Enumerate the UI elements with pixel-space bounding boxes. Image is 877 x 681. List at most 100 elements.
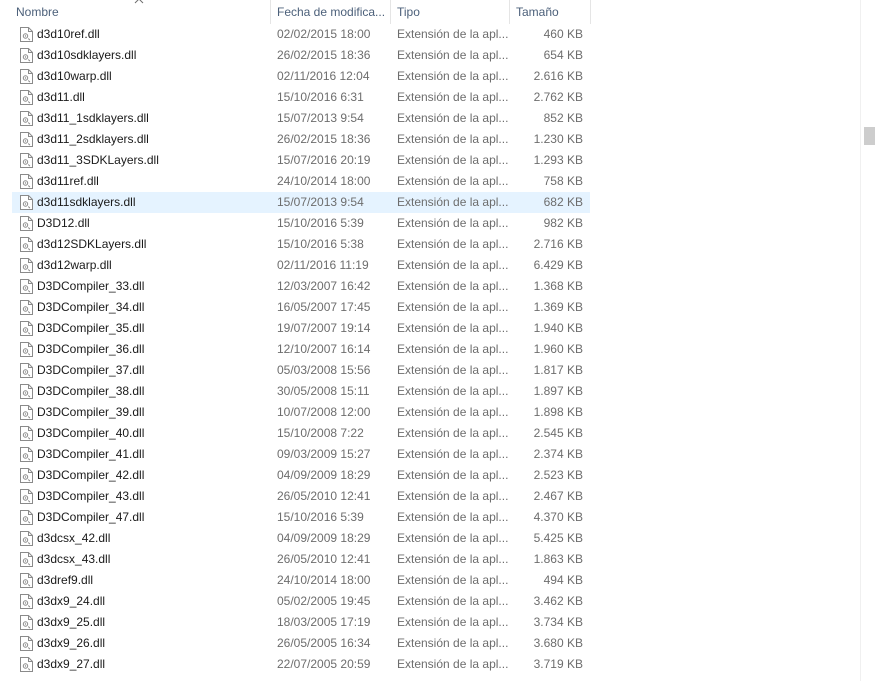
file-row[interactable]: d3d11sdklayers.dll 15/07/2013 9:54 Extensi…	[12, 192, 590, 213]
file-row[interactable]: d3d11_1sdklayers.dll 15/07/2013 9:54 Exten…	[12, 108, 590, 129]
dll-file-icon	[20, 258, 33, 273]
file-row[interactable]: d3dx9_27.dll 22/07/2005 20:59 Extensión de…	[12, 654, 590, 675]
file-type: Extensión de la apl...	[397, 111, 509, 125]
file-row[interactable]: D3D12.dll 15/10/2016 5:39 Extensión de la …	[12, 213, 590, 234]
file-row[interactable]: D3DCompiler_35.dll 19/07/2007 19:14 Extens…	[12, 318, 590, 339]
file-row[interactable]: d3d10sdklayers.dll 26/02/2015 18:36 Extens…	[12, 45, 590, 66]
dll-file-icon	[20, 573, 33, 588]
file-date: 02/11/2016 12:04	[277, 69, 370, 83]
file-name: D3DCompiler_33.dll	[37, 279, 145, 293]
file-type: Extensión de la apl...	[397, 90, 509, 104]
file-row[interactable]: d3d11_3SDKLayers.dll 15/07/2016 20:19 Exte…	[12, 150, 590, 171]
dll-file-icon	[20, 426, 33, 441]
dll-file-icon	[20, 279, 33, 294]
dll-file-icon	[20, 90, 33, 105]
file-size: 3.719 KB	[533, 657, 583, 671]
file-row[interactable]: D3DCompiler_42.dll 04/09/2009 18:29 Extens…	[12, 465, 590, 486]
file-type: Extensión de la apl...	[397, 216, 509, 230]
file-size: 1.898 KB	[533, 405, 583, 419]
file-type: Extensión de la apl...	[397, 174, 509, 188]
file-size: 1.230 KB	[533, 132, 583, 146]
file-date: 18/03/2005 17:19	[277, 615, 371, 629]
file-name: d3dx9_26.dll	[37, 636, 106, 650]
dll-file-icon	[20, 510, 33, 525]
file-name: D3DCompiler_38.dll	[37, 384, 145, 398]
file-type: Extensión de la apl...	[397, 426, 509, 440]
file-date: 15/10/2016 5:39	[277, 510, 364, 524]
dll-file-icon	[20, 300, 33, 315]
file-row[interactable]: D3DCompiler_36.dll 12/10/2007 16:14 Extens…	[12, 339, 590, 360]
file-type: Extensión de la apl...	[397, 48, 509, 62]
file-row[interactable]: d3dx9_25.dll 18/03/2005 17:19 Extensión de…	[12, 612, 590, 633]
file-type: Extensión de la apl...	[397, 573, 509, 587]
file-date: 12/03/2007 16:42	[277, 279, 371, 293]
file-date: 15/07/2013 9:54	[277, 195, 364, 209]
file-name: D3DCompiler_35.dll	[37, 321, 145, 335]
column-header-size[interactable]: Tamaño	[510, 0, 591, 24]
file-row[interactable]: D3DCompiler_33.dll 12/03/2007 16:42 Extens…	[12, 276, 590, 297]
file-date: 26/05/2005 16:34	[277, 636, 371, 650]
file-row[interactable]: d3d12warp.dll 02/11/2016 11:19 Extensión d…	[12, 255, 590, 276]
dll-file-icon	[20, 69, 33, 84]
file-size: 494 KB	[543, 573, 583, 587]
dll-file-icon	[20, 447, 33, 462]
file-row[interactable]: d3dx9_24.dll 05/02/2005 19:45 Extensión de…	[12, 591, 590, 612]
file-row[interactable]: d3dcsx_43.dll 26/05/2010 12:41 Extensión d…	[12, 549, 590, 570]
dll-file-icon	[20, 405, 33, 420]
file-date: 10/07/2008 12:00	[277, 405, 371, 419]
file-type: Extensión de la apl...	[397, 27, 509, 41]
file-name: D3DCompiler_47.dll	[37, 510, 145, 524]
file-row[interactable]: d3d11ref.dll 24/10/2014 18:00 Extensión de…	[12, 171, 590, 192]
dll-file-icon	[20, 552, 33, 567]
file-type: Extensión de la apl...	[397, 510, 509, 524]
file-row[interactable]: d3dref9.dll 24/10/2014 18:00 Extensión de …	[12, 570, 590, 591]
file-type: Extensión de la apl...	[397, 279, 509, 293]
file-row[interactable]: D3DCompiler_37.dll 05/03/2008 15:56 Extens…	[12, 360, 590, 381]
file-date: 15/10/2008 7:22	[277, 426, 364, 440]
file-row[interactable]: D3DCompiler_47.dll 15/10/2016 5:39 Extensi…	[12, 507, 590, 528]
file-date: 26/02/2015 18:36	[277, 132, 371, 146]
file-row[interactable]: d3dcsx_42.dll 04/09/2009 18:29 Extensión d…	[12, 528, 590, 549]
file-name: d3d10warp.dll	[37, 69, 112, 83]
file-size: 1.897 KB	[533, 384, 583, 398]
sort-chevron-up-icon	[134, 0, 144, 4]
file-row[interactable]: D3DCompiler_39.dll 10/07/2008 12:00 Extens…	[12, 402, 590, 423]
column-header-date[interactable]: Fecha de modifica...	[271, 0, 391, 24]
file-row[interactable]: D3DCompiler_40.dll 15/10/2008 7:22 Extensi…	[12, 423, 590, 444]
file-type: Extensión de la apl...	[397, 531, 509, 545]
file-row[interactable]: D3DCompiler_41.dll 09/03/2009 15:27 Extens…	[12, 444, 590, 465]
dll-file-icon	[20, 195, 33, 210]
file-size: 2.467 KB	[533, 489, 583, 503]
file-type: Extensión de la apl...	[397, 342, 509, 356]
file-size: 2.523 KB	[533, 468, 583, 482]
file-type: Extensión de la apl...	[397, 321, 509, 335]
file-date: 15/07/2016 20:19	[277, 153, 371, 167]
file-size: 6.429 KB	[533, 258, 583, 272]
file-size: 2.716 KB	[533, 237, 583, 251]
file-size: 2.616 KB	[533, 69, 583, 83]
file-row[interactable]: D3DCompiler_43.dll 26/05/2010 12:41 Extens…	[12, 486, 590, 507]
dll-file-icon	[20, 132, 33, 147]
file-type: Extensión de la apl...	[397, 657, 509, 671]
dll-file-icon	[20, 594, 33, 609]
file-row[interactable]: d3d10warp.dll 02/11/2016 12:04 Extensión d…	[12, 66, 590, 87]
file-row[interactable]: d3d12SDKLayers.dll 15/10/2016 5:38 Extensi…	[12, 234, 590, 255]
file-date: 15/07/2013 9:54	[277, 111, 364, 125]
file-date: 05/03/2008 15:56	[277, 363, 371, 377]
file-row[interactable]: d3d11.dll 15/10/2016 6:31 Extensión de la …	[12, 87, 590, 108]
file-type: Extensión de la apl...	[397, 552, 509, 566]
file-row[interactable]: D3DCompiler_34.dll 16/05/2007 17:45 Extens…	[12, 297, 590, 318]
scrollbar-thumb[interactable]	[864, 127, 875, 145]
file-row[interactable]: D3DCompiler_38.dll 30/05/2008 15:11 Extens…	[12, 381, 590, 402]
vertical-scrollbar[interactable]	[860, 0, 877, 681]
file-row[interactable]: d3dx9_26.dll 26/05/2005 16:34 Extensión de…	[12, 633, 590, 654]
file-name: d3d11_1sdklayers.dll	[37, 111, 149, 125]
file-type: Extensión de la apl...	[397, 69, 509, 83]
column-header-type[interactable]: Tipo	[391, 0, 510, 24]
file-row[interactable]: d3d11_2sdklayers.dll 26/02/2015 18:36 Exte…	[12, 129, 590, 150]
file-row[interactable]: d3d10ref.dll 02/02/2015 18:00 Extensión de…	[12, 24, 590, 45]
dll-file-icon	[20, 111, 33, 126]
file-date: 26/05/2010 12:41	[277, 489, 371, 503]
file-date: 26/02/2015 18:36	[277, 48, 371, 62]
file-type: Extensión de la apl...	[397, 237, 509, 251]
